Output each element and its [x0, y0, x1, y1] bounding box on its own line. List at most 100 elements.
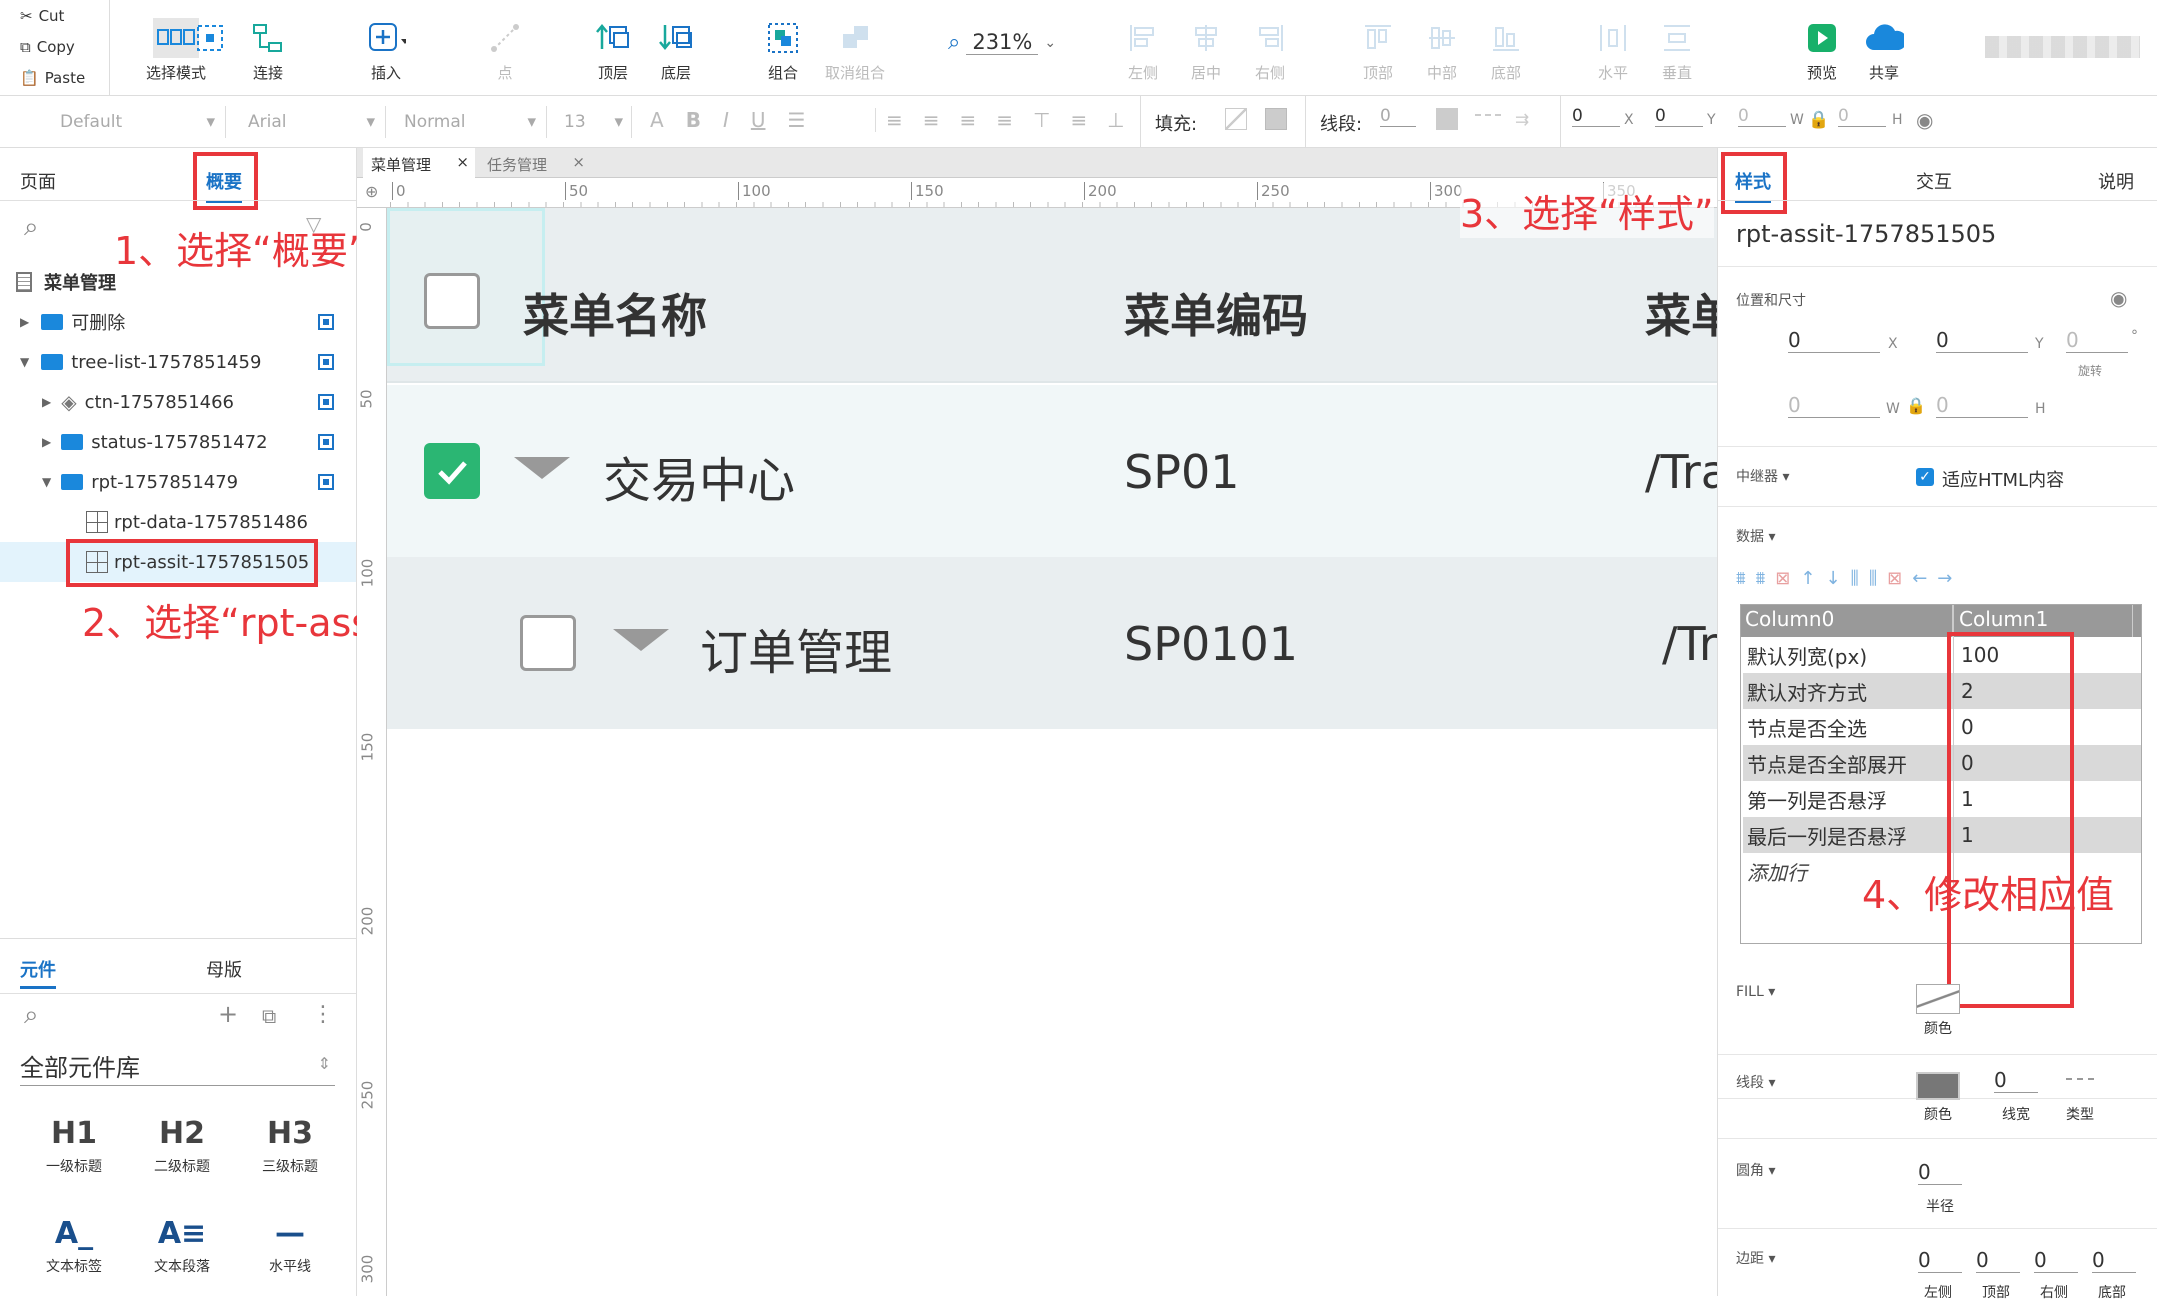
- delete-row-icon[interactable]: ⊠: [1775, 568, 1790, 589]
- insert-row-above-icon[interactable]: ⩩: [1736, 568, 1746, 589]
- height-input[interactable]: 0: [1936, 393, 2028, 418]
- ungroup-button[interactable]: 取消组合: [810, 18, 900, 83]
- line-type-icon[interactable]: [2066, 1078, 2094, 1080]
- widget-hline[interactable]: — 水平线: [236, 1216, 344, 1276]
- eye-icon[interactable]: ◉: [1916, 108, 1933, 132]
- shadow-swatch[interactable]: [1265, 108, 1287, 130]
- zoom-control[interactable]: ⌕ 231% ⌄: [948, 30, 1056, 55]
- tree-item-rpt[interactable]: ▼ rpt-1757851479: [0, 462, 356, 502]
- widget-paragraph[interactable]: A≡ 文本段落: [128, 1216, 236, 1276]
- move-right-icon[interactable]: →: [1937, 568, 1952, 589]
- align-text-justify-icon[interactable]: ≡: [996, 108, 1013, 132]
- align-right-button[interactable]: 右侧: [1225, 18, 1315, 83]
- insert-col-left-icon[interactable]: ⫼: [1851, 568, 1859, 589]
- tab-pages[interactable]: 页面: [20, 168, 56, 194]
- rotation-input[interactable]: 0: [2066, 328, 2128, 353]
- padding-right-input[interactable]: 0: [2034, 1248, 2078, 1273]
- tree-item-status[interactable]: ▶ status-1757851472: [0, 422, 356, 462]
- copy-button[interactable]: ⧉ Copy: [0, 31, 109, 62]
- widget-h1[interactable]: H1 一级标题: [20, 1116, 128, 1176]
- move-left-icon[interactable]: ←: [1912, 568, 1927, 589]
- grid-row[interactable]: 节点是否全选 0: [1743, 709, 2141, 745]
- y-input[interactable]: 0: [1936, 328, 2028, 353]
- padding-left-input[interactable]: 0: [1918, 1248, 1962, 1273]
- header-checkbox[interactable]: [424, 273, 480, 329]
- underline-icon[interactable]: U: [751, 108, 766, 132]
- paste-button[interactable]: 📋 Paste: [0, 62, 109, 93]
- lock-icon[interactable]: 🔒: [1808, 110, 1829, 130]
- visibility-checkbox[interactable]: [318, 434, 334, 450]
- radius-input[interactable]: 0: [1918, 1160, 1962, 1185]
- arrow-style-icon[interactable]: ⇉: [1515, 110, 1529, 130]
- visibility-checkbox[interactable]: [318, 354, 334, 370]
- format-y-input[interactable]: 0: [1655, 106, 1703, 127]
- widget-h2[interactable]: H2 二级标题: [128, 1116, 236, 1176]
- fill-color-swatch[interactable]: [1225, 108, 1247, 130]
- visibility-checkbox[interactable]: [318, 314, 334, 330]
- add-library-icon[interactable]: +: [218, 1000, 238, 1028]
- grid-row[interactable]: 最后一列是否悬浮 1: [1743, 817, 2141, 853]
- insert-col-right-icon[interactable]: ⫼: [1869, 568, 1877, 589]
- weight-select[interactable]: Normal ▾: [392, 106, 547, 138]
- more-menu-icon[interactable]: ⋮: [312, 1002, 334, 1027]
- caret-down-icon[interactable]: [514, 457, 570, 479]
- grid-row[interactable]: 节点是否全部展开 0: [1743, 745, 2141, 781]
- tab-masters[interactable]: 母版: [206, 956, 242, 982]
- line-color-swatch[interactable]: [1916, 1072, 1960, 1100]
- padding-bottom-input[interactable]: 0: [2092, 1248, 2136, 1273]
- move-up-icon[interactable]: ↑: [1800, 568, 1815, 589]
- fill-section-label[interactable]: FILL ▾: [1736, 984, 1775, 1000]
- insert-button[interactable]: 插入: [341, 18, 431, 83]
- table-row[interactable]: 交易中心 SP01 /Tra: [387, 385, 1717, 557]
- repeater-label[interactable]: 中继器 ▾: [1736, 466, 1789, 486]
- padding-section-label[interactable]: 边距 ▾: [1736, 1248, 1775, 1268]
- align-text-center-icon[interactable]: ≡: [923, 108, 940, 132]
- tab-notes[interactable]: 说明: [2098, 168, 2134, 194]
- x-input[interactable]: 0: [1788, 328, 1880, 353]
- close-icon[interactable]: ×: [572, 153, 585, 171]
- grid-row[interactable]: 默认列宽(px) 100: [1743, 637, 2141, 673]
- delete-col-icon[interactable]: ⊠: [1887, 568, 1902, 589]
- radius-section-label[interactable]: 圆角 ▾: [1736, 1160, 1775, 1180]
- table-row[interactable]: 订单管理 SP0101 /Tr: [387, 557, 1717, 729]
- line-style-icon[interactable]: [1475, 114, 1501, 116]
- format-h-input[interactable]: 0: [1838, 106, 1886, 127]
- insert-row-below-icon[interactable]: ⩩: [1756, 568, 1766, 589]
- fit-html-checkbox[interactable]: ✓: [1916, 468, 1934, 486]
- lock-icon[interactable]: 🔒: [1906, 396, 1926, 415]
- row-checkbox-checked[interactable]: [424, 443, 480, 499]
- format-w-input[interactable]: 0: [1738, 106, 1786, 127]
- tab-interactions[interactable]: 交互: [1916, 168, 1952, 194]
- search-icon[interactable]: ⌕: [24, 212, 39, 243]
- italic-icon[interactable]: I: [723, 108, 729, 132]
- visibility-checkbox[interactable]: [318, 394, 334, 410]
- send-to-back-button[interactable]: 底层: [631, 18, 721, 83]
- tab-task-management[interactable]: 任务管理 ×: [479, 148, 591, 178]
- point-button[interactable]: 点: [460, 18, 550, 83]
- close-icon[interactable]: ×: [456, 153, 469, 171]
- font-size-select[interactable]: 13 ▾: [552, 106, 632, 138]
- connect-button[interactable]: 连接: [223, 18, 313, 83]
- distribute-vertical-button[interactable]: 垂直: [1632, 18, 1722, 83]
- tree-item-page[interactable]: 菜单管理: [0, 262, 356, 302]
- data-label[interactable]: 数据 ▾: [1736, 526, 1775, 546]
- tab-widgets[interactable]: 元件: [20, 956, 56, 989]
- width-input[interactable]: 0: [1788, 393, 1880, 418]
- tree-item-tree-list[interactable]: ▼ tree-list-1757851459: [0, 342, 356, 382]
- widget-h3[interactable]: H3 三级标题: [236, 1116, 344, 1176]
- grid-row[interactable]: 第一列是否悬浮 1: [1743, 781, 2141, 817]
- caret-down-icon[interactable]: [613, 629, 669, 651]
- visibility-checkbox[interactable]: [318, 474, 334, 490]
- valign-bottom-icon[interactable]: ⊥: [1107, 108, 1124, 132]
- widget-text-label[interactable]: A_ 文本标签: [20, 1216, 128, 1276]
- tree-item-deletable[interactable]: ▶ 可删除: [0, 302, 356, 342]
- line-color-swatch[interactable]: [1436, 108, 1458, 130]
- user-account-blurred[interactable]: [1985, 36, 2140, 58]
- style-select[interactable]: Default ▾: [40, 106, 226, 138]
- grid-row[interactable]: 默认对齐方式 2: [1743, 673, 2141, 709]
- fill-color-swatch[interactable]: [1916, 984, 1960, 1014]
- line-width-input[interactable]: 0: [1380, 106, 1416, 127]
- bold-icon[interactable]: B: [686, 108, 701, 132]
- cut-button[interactable]: ✂ Cut: [0, 0, 109, 31]
- tree-item-rpt-data[interactable]: rpt-data-1757851486: [0, 502, 356, 542]
